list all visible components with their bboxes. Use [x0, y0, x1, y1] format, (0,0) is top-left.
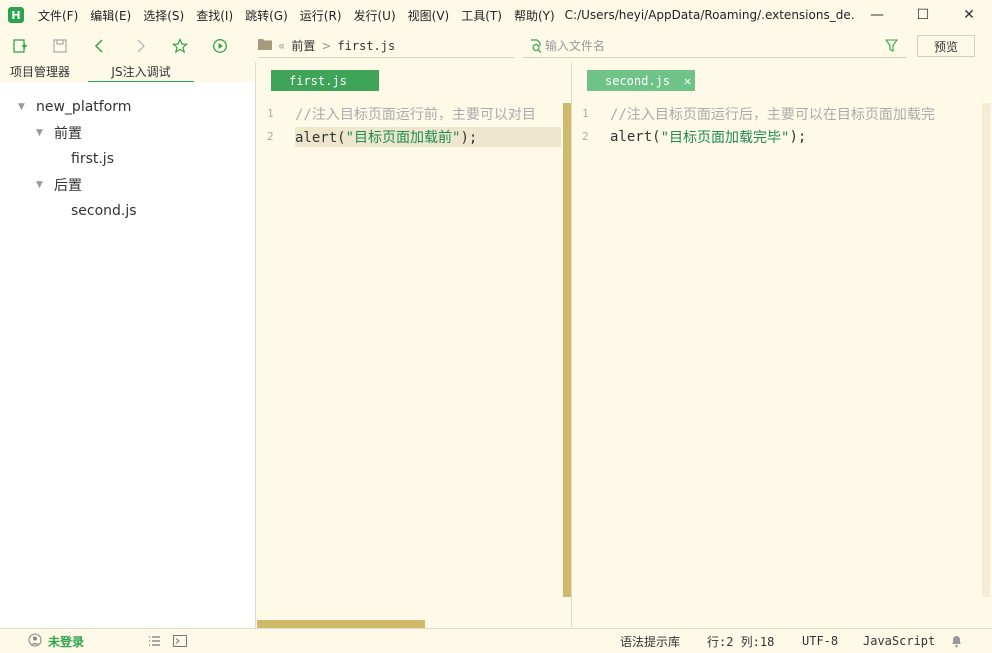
code-line[interactable]: 2 alert("目标页面加载前"); [257, 125, 571, 148]
breadcrumb-separator: > [321, 38, 332, 53]
outline-list-icon[interactable] [146, 633, 162, 649]
tree-root-label: new_platform [36, 99, 132, 115]
line-number: 2 [582, 130, 589, 143]
sidebar-tabs: 项目管理器 JS注入调试 [0, 62, 255, 82]
minimize-button[interactable]: — [854, 0, 900, 30]
tree-folder[interactable]: ▼ 前置 [0, 120, 255, 146]
current-line-highlight: alert("目标页面加载前"); [295, 126, 561, 147]
favorite-star-icon[interactable] [160, 32, 200, 60]
expand-arrow-icon[interactable]: ▼ [18, 102, 28, 112]
save-icon[interactable] [40, 32, 80, 60]
expand-arrow-icon[interactable]: ▼ [36, 180, 46, 190]
vertical-scrollbar-left[interactable] [563, 103, 571, 597]
file-tree: ▼ new_platform ▼ 前置 first.js ▼ 后置 second… [0, 82, 255, 224]
menu-tools[interactable]: 工具(T) [455, 7, 508, 24]
window-title-path: C:/Users/heyi/AppData/Roaming/.extension… [564, 8, 855, 22]
code-function: alert( [610, 128, 661, 145]
menu-bar: 文件(F) 编辑(E) 选择(S) 查找(I) 跳转(G) 运行(R) 发行(U… [32, 0, 561, 30]
new-file-icon[interactable] [0, 32, 40, 60]
tree-root[interactable]: ▼ new_platform [0, 94, 255, 120]
code-comment: //注入目标页面运行前，主要可以对目 [295, 106, 536, 123]
code-punctuation: ); [789, 128, 807, 145]
breadcrumb-collapse[interactable]: « [278, 39, 285, 53]
menu-file[interactable]: 文件(F) [32, 7, 84, 24]
menu-goto[interactable]: 跳转(G) [239, 7, 294, 24]
breadcrumb-folder[interactable]: 前置 [291, 37, 315, 54]
code-string: "目标页面加载完毕" [660, 129, 790, 146]
editor-tab-label: first.js [289, 73, 347, 88]
vertical-scrollbar-right[interactable] [982, 103, 990, 597]
file-search-input[interactable] [545, 38, 865, 53]
back-icon[interactable] [80, 32, 120, 60]
terminal-icon[interactable] [172, 633, 188, 649]
login-status[interactable]: 未登录 [28, 632, 85, 650]
language-mode[interactable]: JavaScript [863, 634, 935, 648]
file-search-box [523, 34, 907, 58]
menu-edit[interactable]: 编辑(E) [84, 7, 137, 24]
editor-tab-label: second.js [605, 73, 671, 88]
editor-tab-first[interactable]: first.js [271, 70, 379, 91]
breadcrumb-file[interactable]: first.js [337, 39, 395, 53]
status-bar: 未登录 语法提示库 行:2 列:18 UTF-8 JavaScript [0, 628, 992, 653]
editor-pane-right[interactable]: second.js ✕ 1 //注入目标页面运行后，主要可以在目标页面加载完 2… [572, 62, 992, 628]
tree-folder-label: 后置 [54, 178, 82, 194]
menu-find[interactable]: 查找(I) [190, 7, 239, 24]
menu-publish[interactable]: 发行(U) [348, 7, 402, 24]
run-icon[interactable] [200, 32, 240, 60]
code-line[interactable]: 1 //注入目标页面运行后，主要可以在目标页面加载完 [572, 102, 992, 125]
tree-file-label: second.js [71, 203, 137, 219]
menu-run[interactable]: 运行(R) [294, 7, 348, 24]
menu-select[interactable]: 选择(S) [137, 7, 190, 24]
folder-icon [258, 38, 272, 53]
forward-icon[interactable] [120, 32, 160, 60]
tab-project-manager[interactable]: 项目管理器 [0, 62, 80, 82]
preview-button[interactable]: 预览 [917, 35, 975, 57]
expand-arrow-icon[interactable]: ▼ [36, 128, 46, 138]
tree-folder-label: 前置 [54, 126, 82, 142]
editor-tab-second[interactable]: second.js ✕ [587, 70, 695, 91]
code-function: alert( [295, 129, 346, 146]
line-number: 1 [267, 107, 274, 120]
login-label: 未登录 [48, 634, 85, 649]
code-line[interactable]: 1 //注入目标页面运行前，主要可以对目 [257, 102, 571, 125]
user-icon [28, 632, 42, 650]
close-window-button[interactable]: ✕ [946, 0, 992, 30]
menu-view[interactable]: 视图(V) [402, 7, 456, 24]
file-search-icon [529, 39, 543, 56]
line-number: 2 [267, 130, 274, 143]
toolbar: « 前置 > first.js 预览 [0, 30, 992, 62]
menu-help[interactable]: 帮助(Y) [508, 7, 561, 24]
close-tab-icon[interactable]: ✕ [684, 74, 691, 88]
app-logo-icon: H [8, 7, 24, 23]
notification-bell-icon[interactable] [948, 633, 964, 649]
tree-file[interactable]: first.js [0, 146, 255, 172]
editor-pane-left[interactable]: first.js 1 //注入目标页面运行前，主要可以对目 2 alert("目… [257, 62, 571, 628]
tree-file[interactable]: second.js [0, 198, 255, 224]
code-line[interactable]: 2 alert("目标页面加载完毕"); [572, 125, 992, 148]
tree-folder[interactable]: ▼ 后置 [0, 172, 255, 198]
title-bar: H 文件(F) 编辑(E) 选择(S) 查找(I) 跳转(G) 运行(R) 发行… [0, 0, 992, 30]
syntax-hint-library[interactable]: 语法提示库 [620, 633, 680, 650]
code-punctuation: ); [460, 129, 478, 146]
tree-file-label: first.js [71, 151, 114, 167]
project-sidebar: 项目管理器 JS注入调试 ▼ new_platform ▼ 前置 first.j… [0, 62, 256, 628]
cursor-position[interactable]: 行:2 列:18 [707, 633, 774, 650]
code-area[interactable]: 1 //注入目标页面运行后，主要可以在目标页面加载完 2 alert("目标页面… [572, 102, 992, 148]
line-number: 1 [582, 107, 589, 120]
code-area[interactable]: 1 //注入目标页面运行前，主要可以对目 2 alert("目标页面加载前"); [257, 102, 571, 148]
horizontal-scrollbar[interactable] [257, 620, 425, 628]
breadcrumb: « 前置 > first.js [258, 34, 514, 58]
filter-icon[interactable] [884, 39, 899, 55]
encoding-indicator[interactable]: UTF-8 [802, 634, 838, 648]
maximize-button[interactable]: ☐ [900, 0, 946, 30]
tab-js-inject-debug[interactable]: JS注入调试 [88, 62, 195, 82]
code-comment: //注入目标页面运行后，主要可以在目标页面加载完 [610, 106, 935, 123]
code-string: "目标页面加载前" [345, 129, 461, 146]
